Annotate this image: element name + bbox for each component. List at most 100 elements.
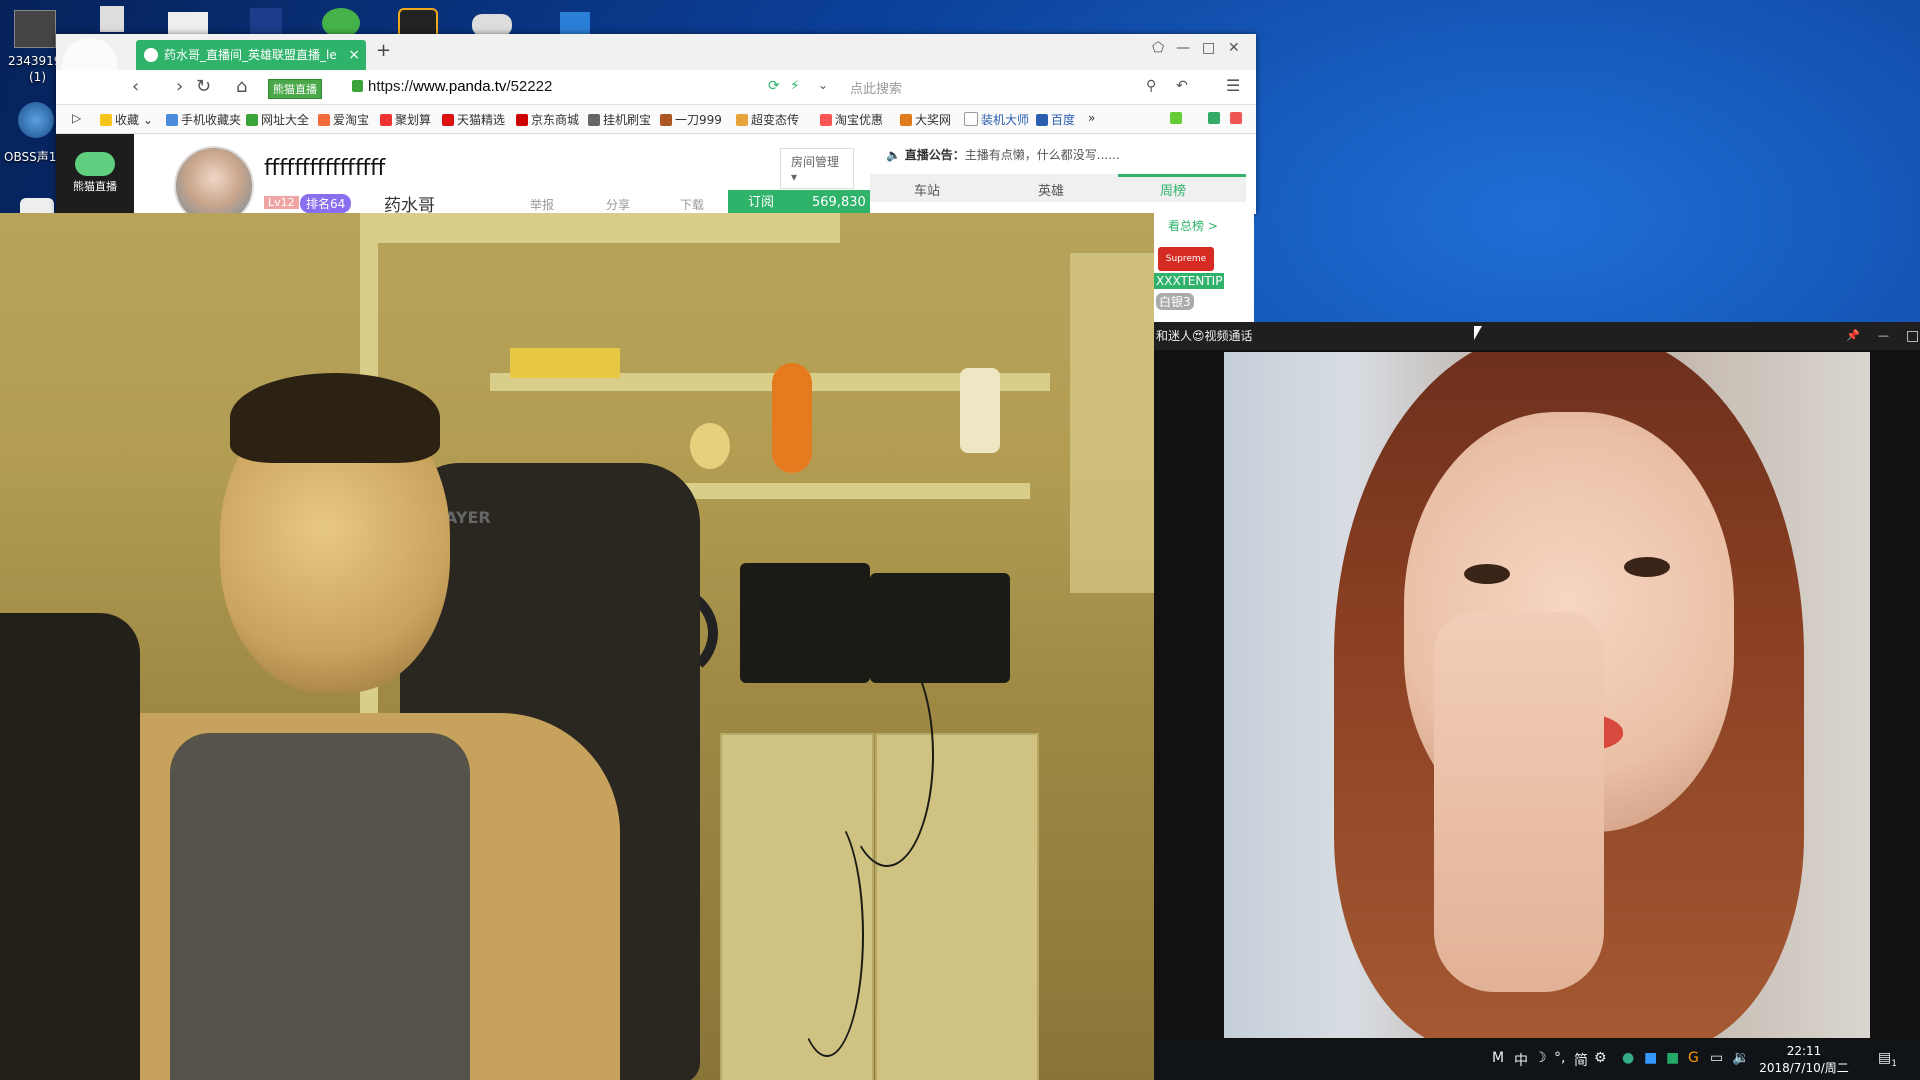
network-icon[interactable]: ▭ bbox=[1710, 1050, 1723, 1066]
browser-titlebar: 药水哥_直播间_英雄联盟直播_le × + ⬠ — □ ✕ bbox=[56, 34, 1256, 94]
site-name: 熊猫直播 bbox=[73, 180, 117, 193]
desktop-icon-top-3[interactable] bbox=[250, 8, 282, 34]
refresh-green-icon[interactable]: ⟳ bbox=[768, 78, 780, 94]
clock[interactable]: 22:11 2018/7/10/周二 bbox=[1754, 1043, 1854, 1077]
tab-active-indicator bbox=[1118, 174, 1246, 177]
chair-logo-text: AYER bbox=[445, 508, 491, 527]
bookmark-item[interactable]: 京东商城 bbox=[516, 111, 579, 128]
desktop-icon-top-7[interactable] bbox=[560, 12, 590, 36]
browser-minimize-icon[interactable]: — bbox=[1176, 40, 1190, 56]
extension-icon[interactable] bbox=[1230, 111, 1245, 125]
wire bbox=[790, 813, 864, 1057]
extension-icon[interactable] bbox=[1208, 111, 1223, 125]
volume-icon[interactable]: 🔉 bbox=[1732, 1050, 1749, 1066]
desktop-icon-top-1[interactable] bbox=[100, 6, 124, 32]
tab-weekly[interactable]: 周榜 bbox=[1160, 180, 1186, 199]
bookmark-item[interactable]: 聚划算 bbox=[380, 111, 431, 128]
bookmark-item[interactable]: 网址大全 bbox=[246, 111, 309, 128]
report-link[interactable]: 举报 bbox=[530, 196, 554, 213]
left-eye bbox=[1464, 564, 1510, 584]
refresh-icon[interactable]: ↻ bbox=[196, 76, 211, 97]
shelf-top bbox=[360, 213, 840, 243]
bookmark-item[interactable]: 百度 bbox=[1036, 111, 1075, 128]
bookmark-item[interactable]: 淘宝优惠 bbox=[820, 111, 883, 128]
back-icon[interactable]: ‹ bbox=[132, 76, 139, 97]
shelf-right bbox=[1070, 253, 1154, 593]
bookmarks-toggle-icon[interactable]: ▷ bbox=[72, 111, 81, 125]
bookmark-item[interactable]: 爱淘宝 bbox=[318, 111, 369, 128]
toy-small bbox=[690, 423, 730, 469]
call-minimize-icon[interactable]: — bbox=[1878, 322, 1889, 350]
call-maximize-icon[interactable]: □ bbox=[1906, 322, 1919, 350]
share-button[interactable]: 分享 bbox=[606, 196, 630, 213]
supreme-badge: Supreme bbox=[1158, 247, 1214, 271]
tab-panda-room[interactable]: 药水哥_直播间_英雄联盟直播_le × bbox=[136, 40, 366, 70]
fan-name[interactable]: XXXTENTIP bbox=[1154, 273, 1225, 289]
home-icon[interactable]: ⌂ bbox=[236, 76, 247, 97]
desktop-icon-top-2[interactable] bbox=[168, 12, 208, 34]
ime-icon[interactable]: M bbox=[1492, 1050, 1504, 1066]
forward-icon[interactable]: › bbox=[176, 76, 183, 97]
weekly-rank-panel: 看总榜 > Supreme XXXTENTIP 白银3 bbox=[1154, 213, 1254, 323]
hand bbox=[1434, 612, 1604, 992]
new-tab-button[interactable]: + bbox=[376, 40, 391, 61]
video-call-window: 和迷人😍视频通话 📌 — □ bbox=[1154, 322, 1920, 1080]
search-input[interactable]: 点此搜索 bbox=[850, 78, 1160, 97]
notice: 🔈 直播公告：主播有点懒，什么都没写...... bbox=[886, 148, 1120, 162]
bookmark-item[interactable]: 收藏 ⌄ bbox=[100, 111, 153, 128]
tray-app-icon[interactable]: G bbox=[1688, 1050, 1699, 1066]
bookmark-item[interactable]: 天猫精选 bbox=[442, 111, 505, 128]
bookmark-item[interactable]: 装机大师 bbox=[964, 111, 1029, 128]
desktop-icon-1[interactable] bbox=[14, 10, 56, 48]
address-bar[interactable]: https://www.panda.tv/52222 bbox=[368, 78, 552, 95]
tray-app-icon[interactable]: ● bbox=[1622, 1050, 1634, 1066]
bookmark-item[interactable]: 挂机刷宝 bbox=[588, 111, 651, 128]
menu-icon[interactable]: ☰ bbox=[1226, 76, 1240, 95]
url-protocol: https:// bbox=[368, 78, 414, 95]
bookmarks-more-button[interactable]: » bbox=[1088, 111, 1095, 125]
call-titlebar: 和迷人😍视频通话 📌 — □ bbox=[1154, 322, 1920, 350]
right-eye bbox=[1624, 557, 1670, 577]
moon-icon[interactable]: ☽ bbox=[1534, 1050, 1547, 1066]
undo-icon[interactable]: ↶ bbox=[1176, 78, 1188, 94]
pin-icon[interactable]: 📌 bbox=[1846, 322, 1860, 350]
url-path: /52222 bbox=[506, 78, 553, 95]
browser-maximize-icon[interactable]: □ bbox=[1202, 40, 1215, 56]
bookmark-item[interactable]: 手机收藏夹 bbox=[166, 111, 241, 128]
see-all-rank-link[interactable]: 看总榜 > bbox=[1168, 217, 1218, 234]
tray-app-icon[interactable]: ■ bbox=[1666, 1050, 1679, 1066]
download-button[interactable]: 下载 bbox=[680, 196, 704, 213]
lightning-icon[interactable]: ⚡ bbox=[790, 78, 800, 94]
mode-indicator[interactable]: 简 bbox=[1574, 1050, 1588, 1070]
gear-icon[interactable]: ⚙ bbox=[1594, 1050, 1607, 1066]
tab-close-icon[interactable]: × bbox=[348, 40, 360, 70]
punct-icon[interactable]: °, bbox=[1554, 1050, 1565, 1066]
notification-icon[interactable]: ▤1 bbox=[1878, 1050, 1897, 1069]
desktop-icon-1-sub: (1) bbox=[29, 70, 46, 84]
url-dropdown-icon[interactable]: ⌄ bbox=[818, 78, 828, 92]
bookmarks-bar: ▷ 收藏 ⌄ 手机收藏夹 网址大全 爱淘宝 聚划算 天猫精选 京东商城 挂机刷宝… bbox=[56, 105, 1256, 134]
stream-video[interactable]: AYER bbox=[0, 213, 1154, 1080]
site-logo-panel[interactable]: 熊猫直播 bbox=[56, 134, 134, 214]
bookmark-item[interactable]: 大奖网 bbox=[900, 111, 951, 128]
tab-station[interactable]: 车站 bbox=[914, 180, 940, 199]
tab-hero[interactable]: 英雄 bbox=[1038, 180, 1064, 199]
browser-skin-icon[interactable]: ⬠ bbox=[1152, 40, 1164, 56]
desktop-icon-2[interactable] bbox=[18, 102, 54, 138]
level-badge: Lv12 bbox=[264, 196, 299, 209]
fan-level-badge: 白银3 bbox=[1156, 293, 1194, 310]
room-manage-dropdown[interactable]: 房间管理 ▾ bbox=[780, 148, 854, 189]
bookmark-item[interactable]: 一刀999 bbox=[660, 111, 722, 128]
lang-indicator[interactable]: 中 bbox=[1514, 1050, 1528, 1070]
chair-dark-left bbox=[0, 613, 140, 1080]
rank-badge[interactable]: 排名64 bbox=[300, 194, 352, 213]
call-video[interactable] bbox=[1224, 352, 1870, 1038]
browser-close-icon[interactable]: ✕ bbox=[1228, 40, 1240, 56]
desktop-icon-1-label: 2343919 bbox=[8, 54, 62, 68]
tray-app-icon[interactable]: ■ bbox=[1644, 1050, 1657, 1066]
bookmark-item[interactable]: 超变态传 bbox=[736, 111, 799, 128]
search-icon[interactable]: ⚲ bbox=[1146, 78, 1156, 94]
speed-mode-badge[interactable]: 熊猫直播 bbox=[268, 79, 322, 99]
extension-icon[interactable] bbox=[1170, 111, 1185, 125]
desktop-icon-top-6[interactable] bbox=[472, 14, 512, 36]
